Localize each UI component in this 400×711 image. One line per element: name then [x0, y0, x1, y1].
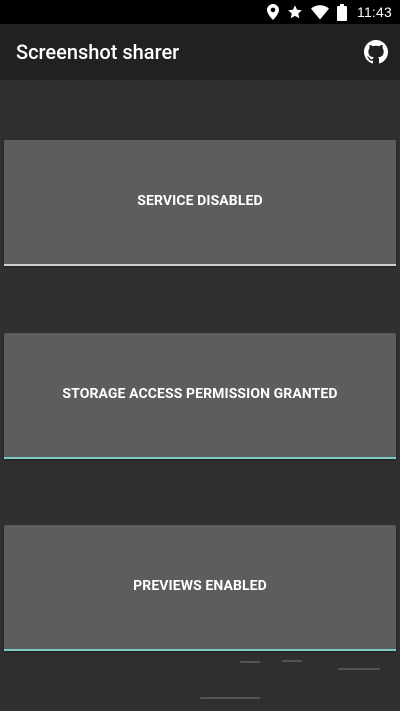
app-title: Screenshot sharer [16, 40, 180, 64]
service-state-indicator [4, 264, 396, 266]
nav-hint-line [200, 697, 260, 699]
status-bar: 11:43 [0, 0, 400, 24]
previews-toggle-button[interactable]: PREVIEWS ENABLED [4, 525, 396, 651]
location-icon [267, 4, 279, 20]
star-icon [287, 4, 303, 20]
battery-icon [337, 3, 347, 21]
app-screen: 11:43 Screenshot sharer SERVICE DISABLED… [0, 0, 400, 711]
service-toggle-button[interactable]: SERVICE DISABLED [4, 140, 396, 266]
nav-hint-line [338, 668, 380, 670]
status-time: 11:43 [357, 4, 392, 20]
storage-permission-toggle-button[interactable]: STORAGE ACCESS PERMISSION GRANTED [4, 333, 396, 459]
service-toggle-label: SERVICE DISABLED [137, 193, 263, 209]
wifi-icon [311, 4, 329, 20]
previews-toggle-label: PREVIEWS ENABLED [133, 578, 267, 594]
nav-hint-line [282, 660, 302, 662]
previews-state-indicator [4, 649, 396, 651]
main-content: SERVICE DISABLED STORAGE ACCESS PERMISSI… [0, 80, 400, 711]
nav-hint-line [240, 661, 260, 663]
storage-permission-state-indicator [4, 457, 396, 459]
storage-permission-toggle-label: STORAGE ACCESS PERMISSION GRANTED [62, 386, 338, 402]
github-button[interactable] [364, 40, 388, 64]
app-bar: Screenshot sharer [0, 24, 400, 80]
status-icons: 11:43 [267, 0, 392, 24]
github-icon [364, 40, 388, 68]
